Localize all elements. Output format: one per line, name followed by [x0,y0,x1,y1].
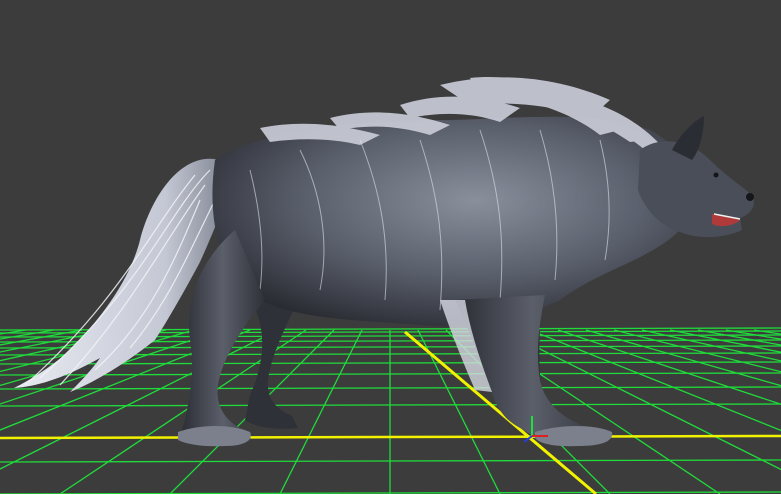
3d-viewport[interactable] [0,0,781,494]
wolf-nose [746,193,754,201]
wolf-near-hind-paw [178,426,251,447]
wolf-eye [713,172,719,178]
viewport-canvas [0,0,781,494]
